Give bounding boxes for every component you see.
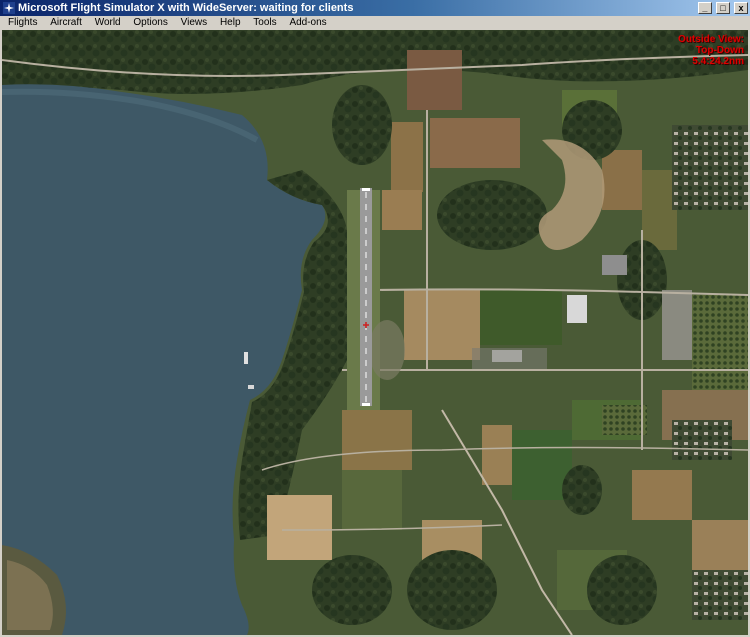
building-3 xyxy=(602,255,627,275)
menu-options[interactable]: Options xyxy=(129,16,171,30)
forest-patch-5 xyxy=(407,550,497,630)
orchard xyxy=(692,295,748,390)
apron xyxy=(369,320,405,380)
boat-2 xyxy=(248,385,254,389)
field-brown-2 xyxy=(407,50,462,110)
menu-world[interactable]: World xyxy=(91,16,125,30)
field-pale xyxy=(267,495,332,560)
orchard-2 xyxy=(602,405,647,435)
view-indicator-line1: Outside View: xyxy=(678,34,744,45)
residential-area-3 xyxy=(692,570,748,620)
window-border-left xyxy=(0,30,2,637)
menu-bar: Flights Aircraft World Options Views Hel… xyxy=(0,16,750,30)
residential-area xyxy=(672,125,748,210)
forest-patch-6 xyxy=(312,555,392,625)
airplane-icon xyxy=(3,2,15,14)
forest-patch-1 xyxy=(437,180,547,250)
menu-aircraft[interactable]: Aircraft xyxy=(46,16,86,30)
view-indicator-line2: Top-Down xyxy=(695,45,744,56)
field-brown-4 xyxy=(602,150,642,210)
field-tan-3 xyxy=(482,425,512,485)
menu-views[interactable]: Views xyxy=(177,16,212,30)
boat-1 xyxy=(244,352,248,364)
field-green xyxy=(480,290,562,345)
field-tan-1 xyxy=(382,190,422,230)
simulator-viewport[interactable]: Outside View: Top-Down 5.4:24.2nm xyxy=(2,30,748,635)
window-controls: _ □ x xyxy=(697,2,748,14)
satellite-scenery xyxy=(2,30,748,635)
field-olive xyxy=(642,170,677,250)
app-window: Microsoft Flight Simulator X with WideSe… xyxy=(0,0,750,637)
forest-patch-7 xyxy=(587,555,657,625)
menu-addons[interactable]: Add-ons xyxy=(285,16,330,30)
building-1 xyxy=(567,295,587,323)
runway-threshold-north xyxy=(362,188,370,191)
parking-lot xyxy=(472,348,547,370)
field-brown-1 xyxy=(430,118,520,168)
field-plowed xyxy=(404,290,480,360)
runway-threshold-south xyxy=(362,403,370,406)
field-green-6 xyxy=(342,470,402,530)
menu-tools[interactable]: Tools xyxy=(249,16,280,30)
window-title: Microsoft Flight Simulator X with WideSe… xyxy=(18,2,354,14)
view-indicator-line3: 5.4:24.2nm xyxy=(692,56,744,67)
title-bar[interactable]: Microsoft Flight Simulator X with WideSe… xyxy=(0,0,750,16)
field-tan-2 xyxy=(342,410,412,470)
field-tan-5 xyxy=(632,470,692,520)
close-button[interactable]: x xyxy=(734,2,748,14)
menu-help[interactable]: Help xyxy=(216,16,245,30)
forest-patch-2 xyxy=(332,85,392,165)
view-indicator: Outside View: Top-Down 5.4:24.2nm xyxy=(678,34,744,67)
maximize-button[interactable]: □ xyxy=(715,2,730,14)
residential-area-2 xyxy=(672,420,732,460)
parking-lot-2 xyxy=(662,290,692,360)
forest-patch-8 xyxy=(562,465,602,515)
menu-flights[interactable]: Flights xyxy=(4,16,41,30)
field-brown-3 xyxy=(391,122,423,192)
minimize-button[interactable]: _ xyxy=(697,2,712,14)
